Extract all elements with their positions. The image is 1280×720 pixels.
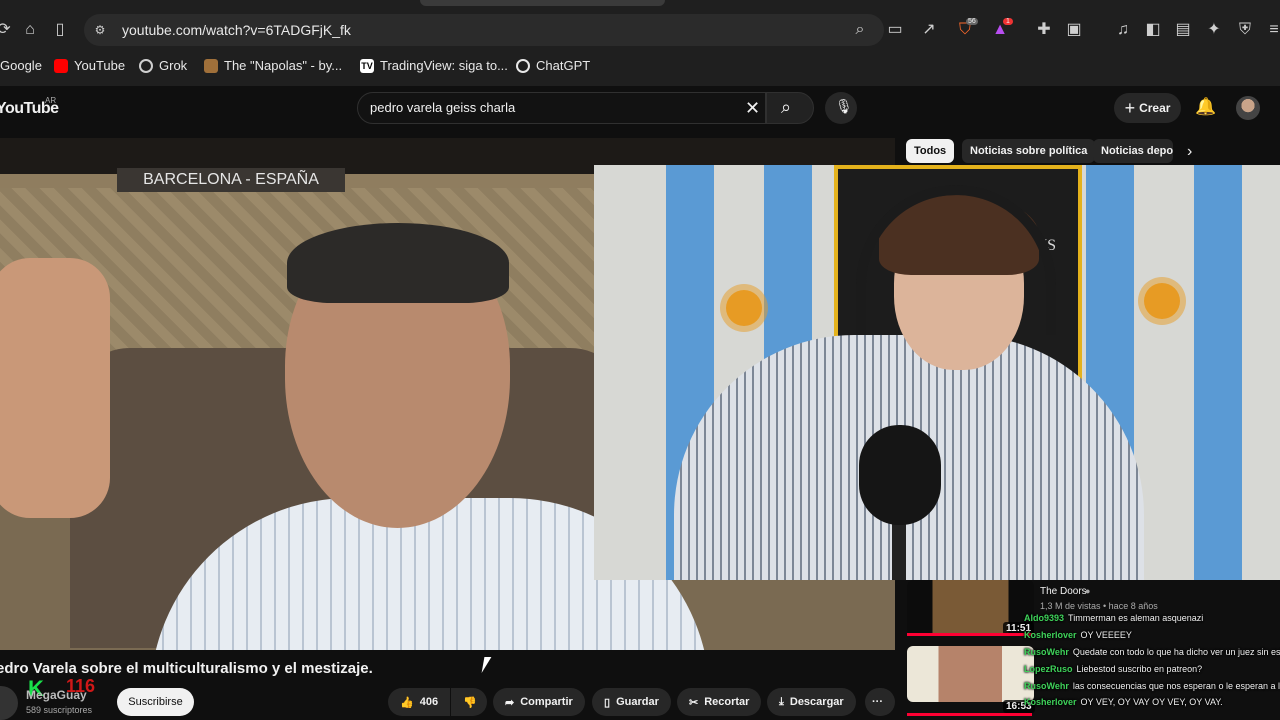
- bookmark-youtube[interactable]: YouTube: [54, 58, 125, 73]
- brave-badge: 56: [966, 18, 978, 25]
- search-button[interactable]: ⌕: [766, 92, 814, 124]
- site-settings-icon[interactable]: ⚙: [90, 20, 110, 40]
- menu-icon[interactable]: ≡: [1264, 20, 1280, 40]
- voice-search-button[interactable]: 🎙: [825, 92, 857, 124]
- search-icon: ⌕: [781, 97, 792, 117]
- related-video-meta: 1,3 M de vistas • hace 8 años: [1040, 601, 1158, 611]
- substack-icon: [204, 58, 218, 73]
- mouse-cursor: [481, 657, 492, 673]
- bookmark-icon[interactable]: ▯: [50, 20, 70, 40]
- location-caption: BARCELONA - ESPAÑA: [117, 168, 345, 192]
- more-actions-button[interactable]: ···: [865, 688, 895, 716]
- channel-avatar[interactable]: [0, 686, 18, 720]
- dislike-button[interactable]: 👎: [451, 688, 487, 716]
- account-avatar[interactable]: [1236, 96, 1260, 120]
- sun-of-may: [726, 290, 762, 326]
- active-tab-edge[interactable]: [420, 0, 665, 6]
- more-icon: ···: [872, 696, 883, 708]
- bookmark-google[interactable]: Google: [0, 58, 42, 73]
- thumbs-down-icon: 👎: [463, 696, 477, 709]
- grok-icon: [139, 58, 153, 73]
- vpn-icon[interactable]: ⛨: [1235, 20, 1255, 40]
- share-button[interactable]: ➦ Compartir: [493, 688, 585, 716]
- sun-of-may: [1144, 283, 1180, 319]
- wallet-icon[interactable]: ▤: [1173, 20, 1193, 40]
- extensions-icon[interactable]: ✚: [1034, 20, 1054, 40]
- subscribe-button[interactable]: Suscribirse: [117, 688, 194, 716]
- chat-message: RusoWehr las consecuencias que nos espera…: [1024, 681, 1280, 691]
- bookmark-icon: ▯: [604, 696, 611, 709]
- chip-deportes[interactable]: Noticias depo: [1093, 139, 1173, 163]
- mic-icon: 🎙: [835, 98, 853, 114]
- download-button[interactable]: ⤓ Descargar: [767, 688, 856, 716]
- related-video-thumbnail[interactable]: [907, 646, 1034, 702]
- notifications-icon[interactable]: 🔔: [1195, 97, 1216, 117]
- like-button[interactable]: 👍 406: [388, 688, 450, 716]
- channel-name[interactable]: MegaGuay: [26, 688, 87, 702]
- search-input[interactable]: pedro varela geiss charla: [370, 100, 515, 115]
- bookmark-chatgpt[interactable]: ChatGPT: [516, 58, 590, 73]
- speaker-hair: [287, 223, 509, 303]
- chip-politica[interactable]: Noticias sobre política: [962, 139, 1096, 163]
- chat-message: Kosherlover OY VEY, OY VAY OY VEY, OY VAY…: [1024, 697, 1223, 707]
- bookmark-tradingview[interactable]: TV TradingView: siga to...: [360, 58, 508, 73]
- cast-icon[interactable]: ▭: [885, 20, 905, 40]
- speaker-hand: [0, 258, 110, 518]
- thumbs-up-icon: 👍: [400, 696, 414, 709]
- music-icon[interactable]: ♫: [1113, 20, 1133, 40]
- bookmarks-bar: [0, 48, 1280, 86]
- save-button[interactable]: ▯ Guardar: [592, 688, 671, 716]
- chatgpt-icon: [516, 58, 530, 73]
- reload-icon[interactable]: ⟳: [0, 20, 14, 40]
- url-text[interactable]: youtube.com/watch?v=6TADGFjK_fk: [122, 22, 351, 38]
- bookmark-grok[interactable]: Grok: [139, 58, 187, 73]
- bookmark-napolas[interactable]: The "Napolas" - by...: [204, 58, 342, 73]
- related-video-channel[interactable]: The Doors: [1040, 586, 1087, 597]
- share-icon[interactable]: ↗: [919, 20, 939, 40]
- screenshot-icon[interactable]: ▣: [1064, 20, 1084, 40]
- region-code: AR: [45, 96, 57, 105]
- chat-message: Aldo9393 Timmerman es aleman asquenazi: [1024, 613, 1204, 623]
- sidebar-icon[interactable]: ◧: [1143, 20, 1163, 40]
- clear-search-icon[interactable]: ✕: [745, 98, 760, 119]
- chat-message: LopezRuso Liebestod suscribo en patreon?: [1024, 664, 1203, 674]
- microphone: [859, 425, 941, 525]
- chevron-right-icon[interactable]: ›: [1187, 143, 1192, 161]
- chat-message: Kosherlover OY VEEEEY: [1024, 630, 1132, 640]
- chat-message: RusoWehr Quedate con todo lo que ha dicho…: [1024, 647, 1280, 657]
- youtube-icon: [54, 58, 68, 73]
- share-icon: ➦: [505, 696, 515, 709]
- alert-badge: 1: [1003, 18, 1013, 25]
- download-icon: ⤓: [779, 695, 784, 708]
- clip-button[interactable]: ✂ Recortar: [677, 688, 762, 716]
- watch-progress: [907, 713, 1032, 716]
- home-icon[interactable]: ⌂: [20, 20, 40, 40]
- flag-stripe: [1194, 165, 1242, 580]
- webcam-overlay: UNS: [594, 165, 1280, 580]
- plus-icon: +: [1124, 97, 1136, 118]
- chip-todos[interactable]: Todos: [906, 139, 955, 163]
- scissors-icon: ✂: [689, 696, 699, 709]
- zoom-icon[interactable]: ⌕: [850, 20, 870, 40]
- create-button[interactable]: + Crear: [1114, 93, 1181, 123]
- subscriber-count: 589 suscriptores: [26, 705, 93, 715]
- verified-icon: ●: [1085, 586, 1091, 596]
- watch-progress: [907, 633, 1032, 636]
- tradingview-icon: TV: [360, 58, 374, 73]
- video-title: edro Varela sobre el multiculturalismo y…: [0, 660, 373, 677]
- leo-ai-icon[interactable]: ✦: [1204, 20, 1224, 40]
